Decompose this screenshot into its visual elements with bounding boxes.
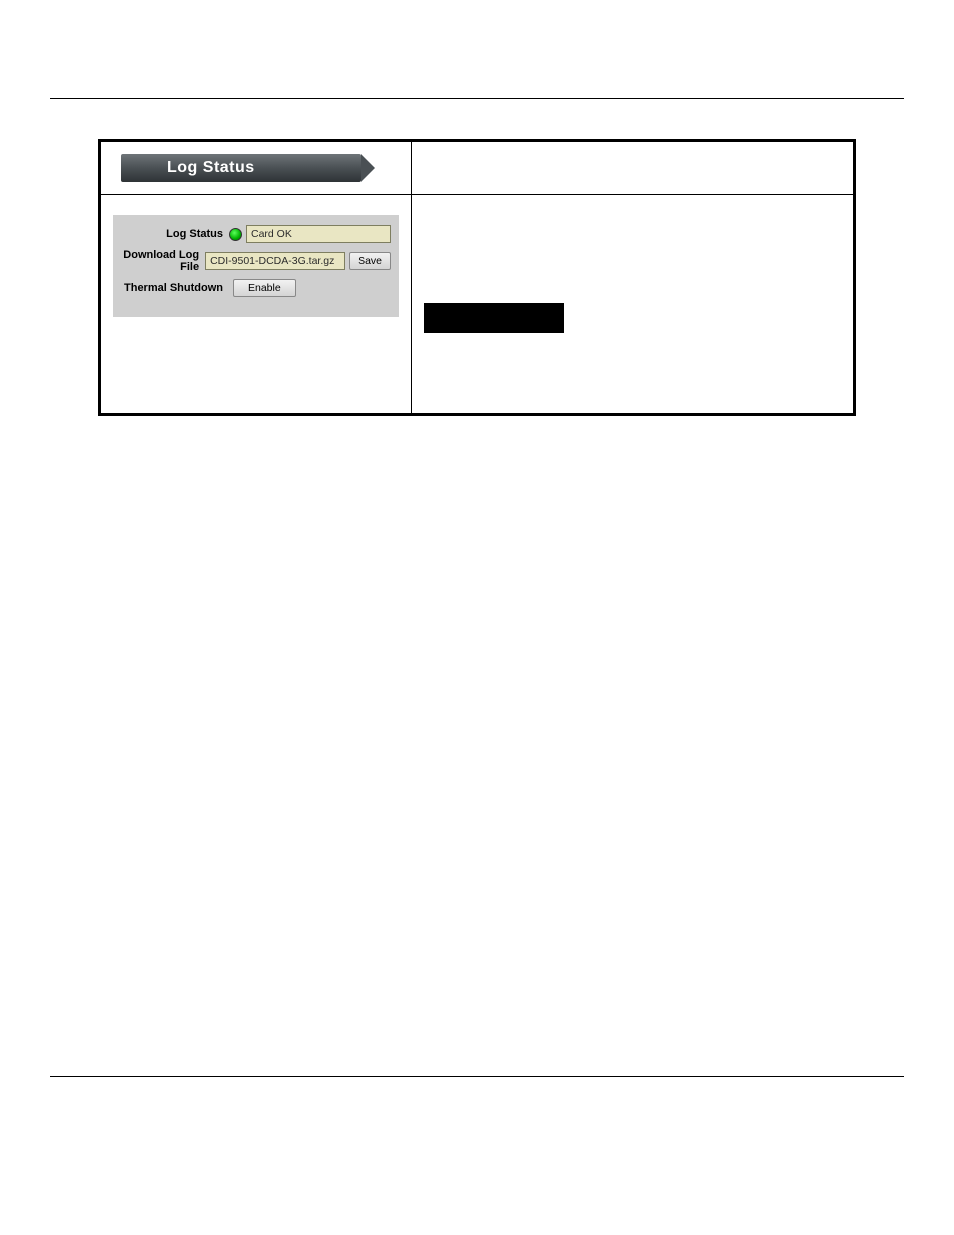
header-left-cell: Log Status: [100, 141, 412, 195]
right-content-cell: [412, 195, 855, 415]
panel-cell: Log Status Card OK Download Log File CDI…: [100, 195, 412, 415]
download-log-label: Download Log File: [121, 249, 205, 273]
log-status-banner: Log Status: [121, 154, 361, 182]
thermal-shutdown-row: Thermal Shutdown Enable: [121, 279, 391, 297]
banner-title: Log Status: [167, 159, 255, 177]
status-ok-icon: [229, 228, 242, 241]
save-button[interactable]: Save: [349, 252, 391, 270]
thermal-shutdown-label: Thermal Shutdown: [121, 282, 229, 294]
top-divider: [50, 98, 904, 99]
header-right-cell: [412, 141, 855, 195]
log-status-panel: Log Status Card OK Download Log File CDI…: [113, 215, 399, 317]
download-log-filename: CDI-9501-DCDA-3G.tar.gz: [205, 252, 345, 270]
bottom-divider: [50, 1076, 904, 1077]
log-status-row: Log Status Card OK: [121, 225, 391, 243]
download-log-row: Download Log File CDI-9501-DCDA-3G.tar.g…: [121, 249, 391, 273]
enable-button[interactable]: Enable: [233, 279, 296, 297]
log-status-value: Card OK: [246, 225, 391, 243]
redacted-block: [424, 303, 564, 333]
log-status-label: Log Status: [121, 228, 229, 240]
main-table: Log Status Log Status Card OK Download L…: [98, 139, 856, 416]
